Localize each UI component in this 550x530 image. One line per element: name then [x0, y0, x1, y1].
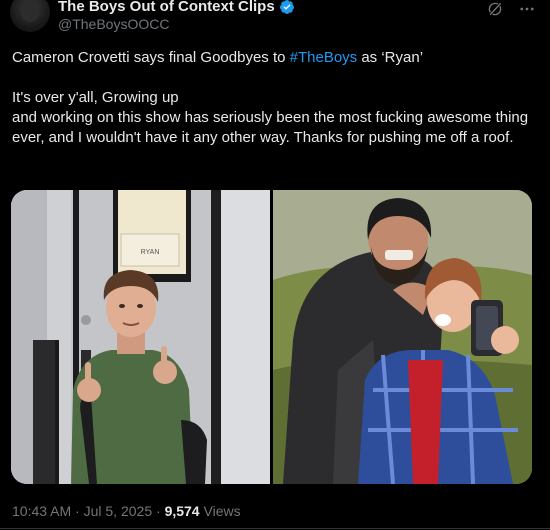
meta-separator: · [71, 503, 84, 519]
meta-separator: · [152, 503, 165, 519]
hashtag-link[interactable]: #TheBoys [290, 49, 358, 66]
verified-badge-icon [279, 0, 294, 14]
views-label: Views [199, 503, 241, 519]
tweet-meta: 10:43 AM · Jul 5, 2025 · 9,574 Views [12, 503, 241, 519]
avatar[interactable] [10, 0, 50, 32]
account-name-row[interactable]: The Boys Out of Context Clips [58, 0, 295, 15]
media-photo-left[interactable]: RYAN [11, 190, 270, 484]
photo-trailer-scene: RYAN [11, 190, 270, 484]
tweet-line-1-prefix: Cameron Crovetti says final Goodbyes to [12, 49, 290, 66]
tweet-media[interactable]: RYAN [11, 190, 532, 484]
tweet-paragraph-2: It's over y'all, Growing up and working … [12, 89, 529, 146]
tweet-text: Cameron Crovetti says final Goodbyes to … [12, 48, 538, 148]
tweet-time[interactable]: 10:43 AM [12, 503, 71, 519]
tweet-line-1: Cameron Crovetti says final Goodbyes to … [12, 48, 538, 68]
media-photo-right[interactable] [273, 190, 532, 484]
trailer-door-sign: RYAN [141, 249, 160, 256]
grok-icon[interactable] [486, 0, 504, 18]
tweet-line-1-suffix: as ‘Ryan’ [357, 49, 424, 66]
display-name[interactable]: The Boys Out of Context Clips [58, 0, 275, 15]
divider [0, 528, 550, 529]
account-handle[interactable]: @TheBoysOOCC [58, 16, 169, 32]
more-icon[interactable] [518, 0, 536, 18]
tweet-date[interactable]: Jul 5, 2025 [84, 503, 153, 519]
views-count: 9,574 [164, 503, 200, 519]
photo-selfie-scene [273, 190, 532, 484]
